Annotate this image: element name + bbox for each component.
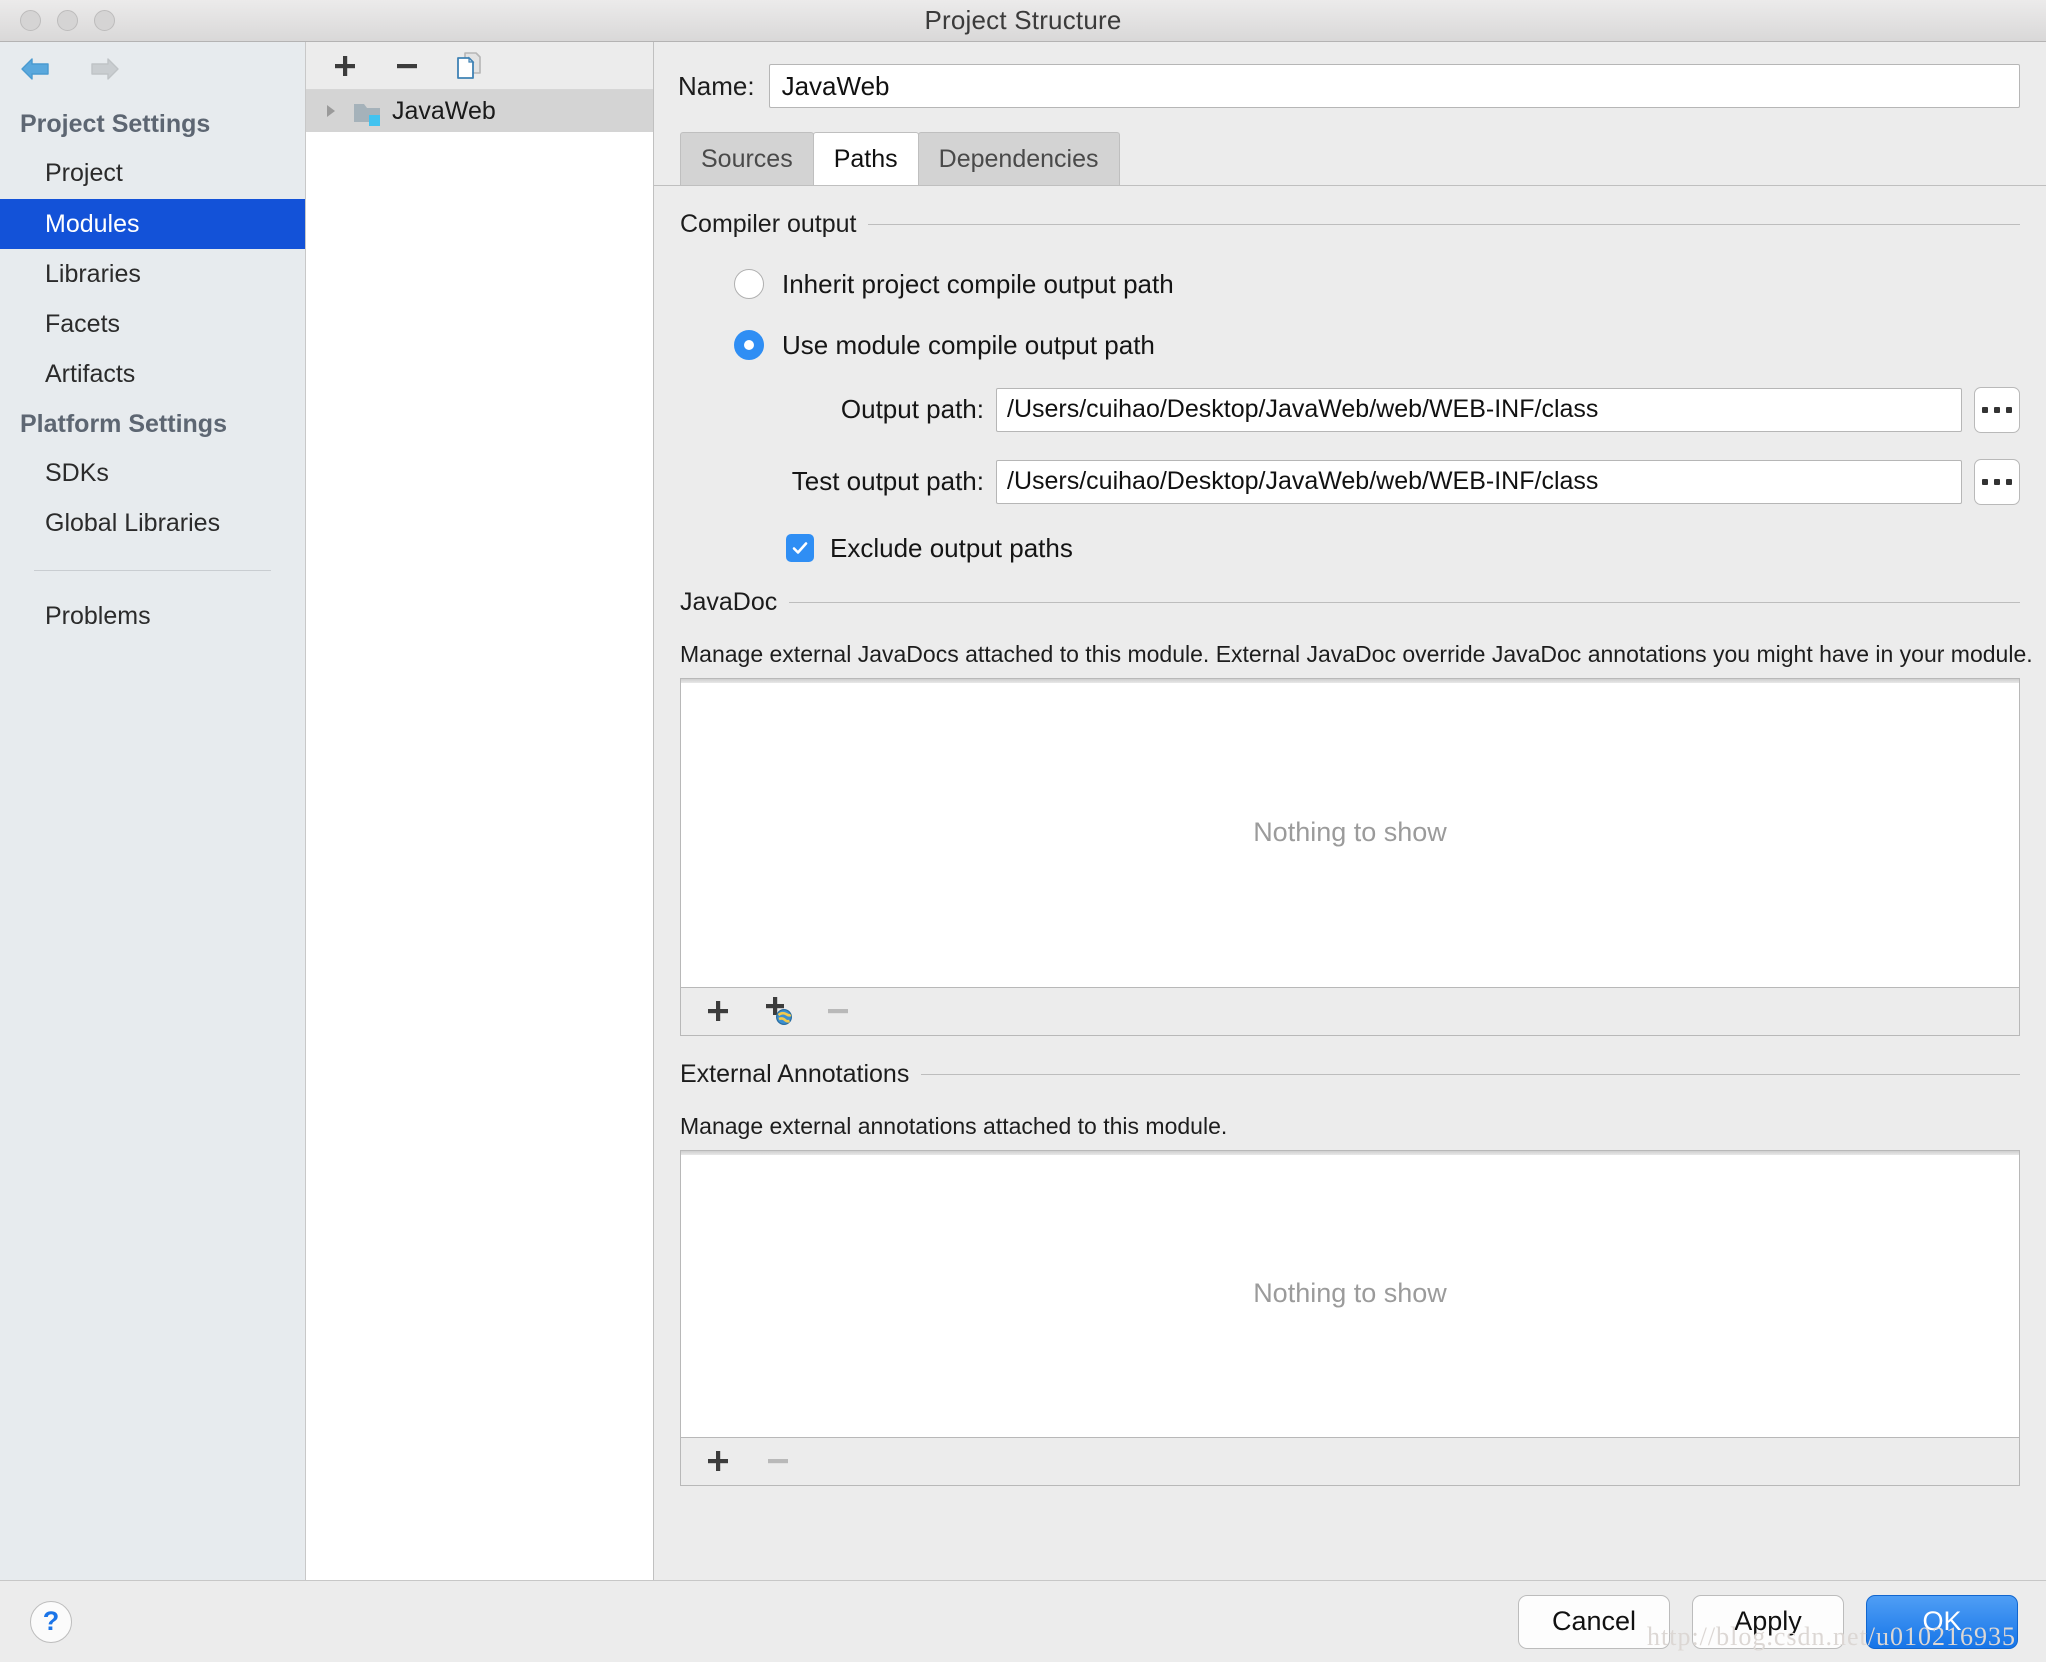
output-path-browse-button[interactable]: [1974, 386, 2020, 433]
group-divider: [921, 1073, 2020, 1075]
javadoc-header: JavaDoc: [680, 588, 2020, 617]
cancel-button[interactable]: Cancel: [1518, 1594, 1670, 1649]
module-name-input[interactable]: JavaWeb: [768, 64, 2020, 108]
javadoc-toolbar: [680, 987, 2020, 1036]
project-structure-dialog: Project Structure Project Settings Proje…: [0, 0, 2046, 1662]
sidebar-item-libraries[interactable]: Libraries: [0, 249, 305, 299]
sidebar-divider: [34, 570, 271, 572]
plus-icon[interactable]: [328, 49, 362, 83]
forward-arrow-icon[interactable]: [82, 55, 122, 83]
external-annotations-group: External Annotations Manage external ann…: [680, 1060, 2020, 1486]
sidebar-item-modules[interactable]: Modules: [0, 198, 305, 249]
minus-icon: [761, 1444, 795, 1478]
dialog-footer: ? Cancel Apply OK http://blog.csdn.net/u…: [0, 1580, 2046, 1662]
plus-icon[interactable]: [701, 1444, 735, 1478]
help-button[interactable]: ?: [30, 1600, 72, 1643]
module-tree-label: JavaWeb: [392, 96, 496, 125]
compiler-output-title: Compiler output: [680, 209, 857, 238]
ellipsis-icon: [1982, 478, 2012, 485]
output-path-label: Output path:: [840, 394, 984, 424]
module-tree-toolbar: [306, 42, 653, 90]
external-annotations-toolbar: [680, 1437, 2020, 1486]
ok-button[interactable]: OK: [1866, 1594, 2018, 1649]
plus-globe-icon[interactable]: [761, 994, 795, 1028]
sidebar-item-project[interactable]: Project: [0, 148, 305, 198]
module-tabs: Sources Paths Dependencies: [654, 108, 2046, 185]
sidebar-item-sdks[interactable]: SDKs: [0, 448, 305, 498]
sidebar-group-platform-settings: Platform Settings: [20, 409, 227, 438]
tab-sources[interactable]: Sources: [680, 132, 814, 185]
compiler-output-group: Compiler output Inherit project compile …: [680, 210, 2020, 564]
javadoc-empty-text: Nothing to show: [1253, 817, 1447, 848]
sidebar-group-project-settings: Project Settings: [20, 110, 211, 138]
test-output-path-browse-button[interactable]: [1974, 458, 2020, 505]
external-annotations-empty-text: Nothing to show: [1253, 1278, 1447, 1309]
external-annotations-list[interactable]: Nothing to show: [680, 1149, 2020, 1438]
back-arrow-icon[interactable]: [18, 55, 58, 83]
module-tree-panel: JavaWeb: [306, 42, 654, 1580]
test-output-path-row: Test output path: /Users/cuihao/Desktop/…: [680, 458, 2020, 505]
sidebar-item-global-libraries[interactable]: Global Libraries: [0, 498, 305, 548]
sidebar-item-facets[interactable]: Facets: [0, 299, 305, 349]
inherit-output-path-option[interactable]: Inherit project compile output path: [680, 269, 2020, 300]
javadoc-list[interactable]: Nothing to show: [680, 677, 2020, 988]
group-divider: [868, 223, 2020, 225]
ellipsis-icon: [1982, 406, 2012, 413]
tab-paths[interactable]: Paths: [812, 132, 919, 185]
module-name-row: Name: JavaWeb: [654, 42, 2046, 108]
table-row[interactable]: JavaWeb: [306, 90, 653, 132]
test-output-path-label: Test output path:: [791, 466, 984, 496]
use-module-output-path-option[interactable]: Use module compile output path: [680, 330, 2020, 361]
window-title: Project Structure: [924, 5, 1122, 35]
javadoc-group: JavaDoc Manage external JavaDocs attache…: [680, 588, 2033, 1036]
compiler-output-header: Compiler output: [680, 210, 2020, 239]
output-path-input[interactable]: /Users/cuihao/Desktop/JavaWeb/web/WEB-IN…: [996, 387, 1962, 432]
exclude-output-paths-row[interactable]: Exclude output paths: [680, 533, 2020, 564]
triangle-right-icon[interactable]: [320, 102, 342, 120]
sidebar-history-controls: [0, 42, 305, 96]
inherit-output-path-label: Inherit project compile output path: [782, 268, 1174, 299]
tab-dependencies[interactable]: Dependencies: [917, 132, 1120, 185]
plus-icon[interactable]: [701, 994, 735, 1028]
javadoc-title: JavaDoc: [680, 587, 778, 616]
use-module-output-path-label: Use module compile output path: [782, 329, 1155, 360]
copy-icon[interactable]: [452, 49, 486, 83]
minus-icon: [821, 994, 855, 1028]
checkmark-icon[interactable]: [786, 534, 814, 562]
radio-inherit-icon[interactable]: [734, 269, 764, 299]
dialog-body: Project Settings Project Modules Librari…: [0, 42, 2046, 1580]
radio-use-module-icon[interactable]: [734, 330, 764, 360]
exclude-output-paths-label: Exclude output paths: [830, 532, 1073, 563]
group-divider: [789, 601, 2020, 603]
test-output-path-input[interactable]: /Users/cuihao/Desktop/JavaWeb/web/WEB-IN…: [996, 459, 1962, 504]
external-annotations-title: External Annotations: [680, 1059, 910, 1088]
paths-tab-content: Compiler output Inherit project compile …: [654, 186, 2046, 1581]
sidebar-item-artifacts[interactable]: Artifacts: [0, 349, 305, 399]
external-annotations-description: Manage external annotations attached to …: [680, 1112, 1228, 1139]
minus-icon[interactable]: [390, 49, 424, 83]
module-folder-icon: [352, 99, 382, 126]
output-path-row: Output path: /Users/cuihao/Desktop/JavaW…: [680, 386, 2020, 433]
javadoc-description: Manage external JavaDocs attached to thi…: [680, 640, 2033, 667]
apply-button[interactable]: Apply: [1692, 1594, 1844, 1649]
dialog-actions: Cancel Apply OK: [1518, 1594, 2018, 1649]
module-editor-pane: Name: JavaWeb Sources Paths Dependencies…: [654, 42, 2046, 1580]
settings-sidebar: Project Settings Project Modules Librari…: [0, 42, 306, 1580]
window-titlebar: Project Structure: [0, 0, 2046, 42]
sidebar-nav-list: Project Settings Project Modules Librari…: [0, 96, 305, 642]
module-name-label: Name:: [678, 70, 755, 101]
sidebar-item-problems[interactable]: Problems: [0, 591, 305, 641]
external-annotations-header: External Annotations: [680, 1060, 2020, 1089]
